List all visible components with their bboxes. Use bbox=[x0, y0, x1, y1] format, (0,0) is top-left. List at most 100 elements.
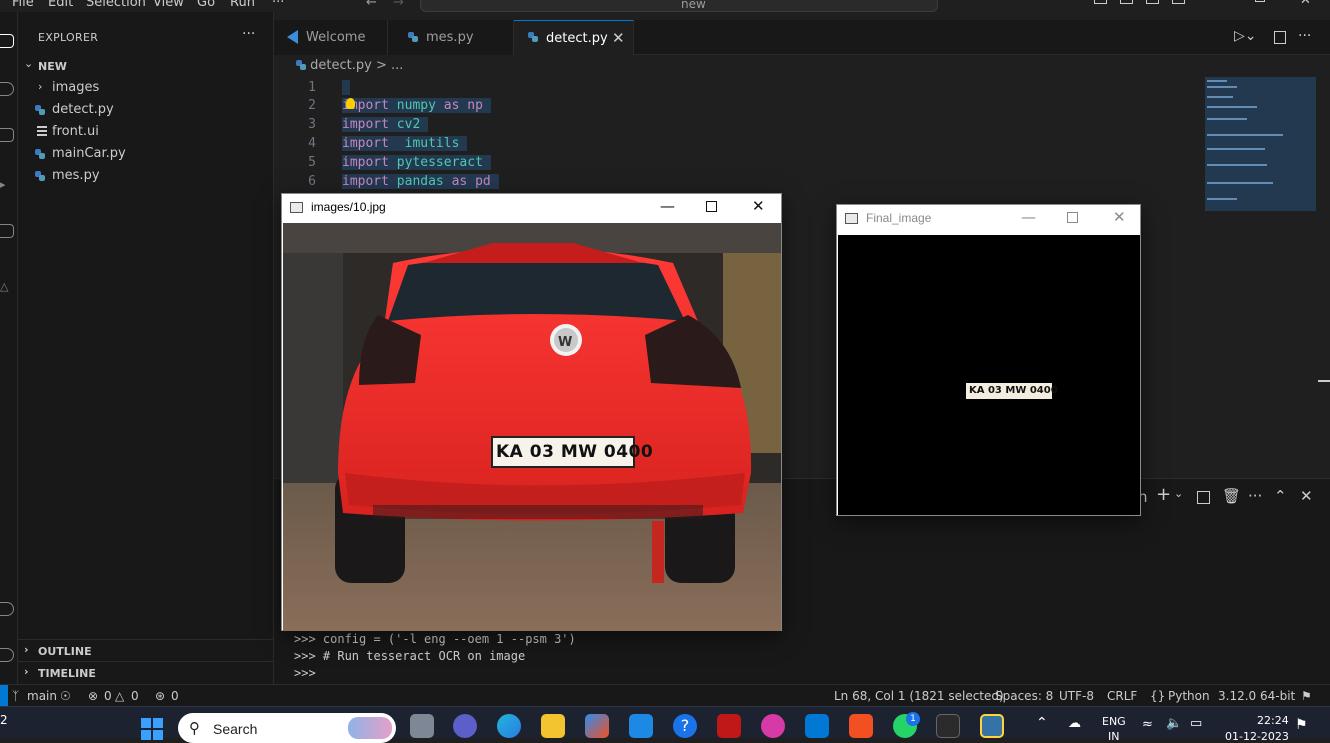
manage-gear-icon[interactable] bbox=[0, 648, 14, 662]
window-title-bar[interactable]: Final_image — ✕ bbox=[837, 205, 1140, 233]
language-bottom[interactable]: IN bbox=[1108, 730, 1119, 743]
image-window-car[interactable]: images/10.jpg — ✕ W KA 03 MW 0400 bbox=[281, 193, 782, 631]
scrollbar-marker[interactable] bbox=[1318, 380, 1330, 382]
image-window-final[interactable]: Final_image — ✕ KA 03 MW 0400 bbox=[836, 204, 1141, 516]
source-control-icon[interactable] bbox=[0, 128, 14, 142]
more-actions-icon[interactable]: ··· bbox=[242, 26, 255, 42]
clock-time[interactable]: 22:24 bbox=[1257, 714, 1289, 727]
breadcrumb-file[interactable]: detect.py bbox=[310, 58, 372, 73]
forward-arrow-icon[interactable]: → bbox=[393, 0, 404, 10]
minimize-icon[interactable]: — bbox=[1021, 208, 1036, 226]
close-icon[interactable]: ✕ bbox=[1113, 208, 1126, 226]
minimize-icon[interactable]: — bbox=[660, 197, 675, 215]
remote-indicator[interactable] bbox=[0, 685, 8, 707]
python-taskbar-icon[interactable] bbox=[980, 714, 1004, 738]
menu-file[interactable]: File bbox=[12, 0, 34, 10]
more-actions-icon[interactable]: ··· bbox=[1248, 487, 1262, 505]
error-icon[interactable]: ⊗ bbox=[88, 689, 98, 703]
close-icon[interactable]: ✕ bbox=[752, 197, 765, 215]
chevron-down-icon[interactable]: ⌄ bbox=[1174, 487, 1183, 500]
chevron-up-icon[interactable]: ⌃ bbox=[1036, 715, 1048, 731]
windows-start-icon[interactable] bbox=[141, 718, 163, 740]
command-center[interactable]: new bbox=[420, 0, 938, 12]
maximize-icon[interactable] bbox=[1067, 212, 1078, 223]
tree-item-front-ui[interactable]: front.ui bbox=[18, 121, 273, 143]
extensions-icon[interactable] bbox=[0, 224, 14, 238]
split-terminal-icon[interactable] bbox=[1197, 491, 1210, 504]
split-editor-icon[interactable] bbox=[1274, 31, 1286, 44]
language-top[interactable]: ENG bbox=[1102, 715, 1126, 728]
maximize-panel-icon[interactable]: ⌃ bbox=[1274, 487, 1287, 505]
braces-icon[interactable]: {} bbox=[1150, 689, 1165, 703]
snipping-icon[interactable] bbox=[849, 714, 873, 738]
indentation[interactable]: Spaces: 8 bbox=[995, 689, 1053, 703]
menu-view[interactable]: View bbox=[153, 0, 184, 10]
menu-edit[interactable]: Edit bbox=[48, 0, 73, 10]
help-icon[interactable]: ? bbox=[673, 714, 697, 738]
testing-icon[interactable]: △ bbox=[0, 280, 14, 294]
edge-icon[interactable] bbox=[497, 714, 521, 738]
menu-run[interactable]: Run bbox=[230, 0, 255, 10]
terminal-prompt[interactable]: >>> bbox=[294, 666, 316, 680]
close-icon[interactable]: ✕ bbox=[1300, 0, 1311, 8]
minimize-icon[interactable]: — bbox=[1210, 0, 1223, 6]
new-terminal-icon[interactable]: + bbox=[1156, 484, 1171, 505]
tree-item-maincar[interactable]: mainCar.py bbox=[18, 143, 273, 165]
branch-icon[interactable]: ᛉ bbox=[12, 689, 19, 703]
toggle-sidebar-icon[interactable] bbox=[1094, 0, 1107, 4]
battery-icon[interactable]: ▭ bbox=[1190, 716, 1202, 731]
tab-detect-py[interactable]: detect.py ✕ bbox=[514, 20, 634, 55]
wps-icon[interactable] bbox=[761, 714, 785, 738]
menu-more[interactable]: ··· bbox=[272, 0, 284, 10]
tab-close-icon[interactable]: ✕ bbox=[612, 29, 625, 47]
tab-welcome[interactable]: Welcome bbox=[274, 20, 388, 55]
volume-icon[interactable]: 🔈 bbox=[1166, 716, 1182, 731]
tree-item-mes[interactable]: mes.py bbox=[18, 165, 273, 187]
menu-selection[interactable]: Selection bbox=[86, 0, 146, 10]
maximize-icon[interactable] bbox=[1255, 0, 1265, 2]
lightbulb-icon[interactable] bbox=[346, 98, 355, 109]
menu-go[interactable]: Go bbox=[197, 0, 215, 10]
timeline-section[interactable]: › TIMELINE bbox=[18, 661, 273, 683]
warning-icon[interactable]: △ bbox=[115, 689, 124, 703]
warning-count[interactable]: 0 bbox=[131, 689, 139, 703]
toggle-panel-icon[interactable] bbox=[1120, 0, 1133, 4]
wifi-icon[interactable]: ≈ bbox=[1142, 717, 1153, 732]
sync-icon[interactable]: ☉ bbox=[60, 689, 71, 703]
close-panel-icon[interactable]: ✕ bbox=[1300, 487, 1313, 505]
account-icon[interactable] bbox=[0, 602, 14, 616]
back-arrow-icon[interactable]: ← bbox=[366, 0, 377, 10]
ports-count[interactable]: 0 bbox=[171, 689, 179, 703]
terminal-icon[interactable] bbox=[936, 714, 960, 738]
taskbar-search[interactable]: ⚲ Search bbox=[178, 713, 396, 743]
search-icon[interactable] bbox=[0, 82, 14, 96]
run-debug-icon[interactable]: ▸ bbox=[0, 178, 14, 192]
run-play-icon[interactable]: ▷⌄ bbox=[1234, 28, 1257, 44]
branch-name[interactable]: main bbox=[27, 689, 57, 703]
workspace-folder[interactable]: ⌄ NEW bbox=[18, 55, 273, 77]
tree-item-images[interactable]: › images bbox=[18, 77, 273, 99]
store-icon[interactable] bbox=[585, 714, 609, 738]
bell-icon[interactable]: ⚑ bbox=[1301, 689, 1312, 703]
window-title-bar[interactable]: images/10.jpg — ✕ bbox=[282, 194, 781, 222]
file-explorer-icon[interactable] bbox=[541, 714, 565, 738]
encoding[interactable]: UTF-8 bbox=[1059, 689, 1094, 703]
clock-date[interactable]: 01-12-2023 bbox=[1225, 730, 1289, 743]
python-interpreter[interactable]: 3.12.0 64-bit bbox=[1218, 689, 1295, 703]
end-of-line[interactable]: CRLF bbox=[1107, 689, 1137, 703]
trash-icon[interactable]: 🗑 bbox=[1222, 487, 1241, 505]
customize-layout-icon[interactable] bbox=[1172, 0, 1185, 4]
cursor-position[interactable]: Ln 68, Col 1 (1821 selected) bbox=[834, 689, 1004, 703]
cloud-icon[interactable]: ☁ bbox=[1068, 716, 1081, 731]
outline-section[interactable]: › OUTLINE bbox=[18, 639, 273, 661]
breadcrumb-rest[interactable]: > ... bbox=[376, 58, 403, 73]
tab-mes-py[interactable]: mes.py bbox=[388, 20, 514, 55]
language-mode[interactable]: Python bbox=[1168, 689, 1210, 703]
tree-item-detect[interactable]: detect.py bbox=[18, 99, 273, 121]
maximize-icon[interactable] bbox=[706, 201, 717, 212]
hp-icon[interactable] bbox=[629, 714, 653, 738]
code-editor[interactable]: 1 2 import numpy as np 3 import cv2 4 im… bbox=[274, 76, 1204, 194]
toggle-secondary-sidebar-icon[interactable] bbox=[1146, 0, 1159, 4]
ports-icon[interactable]: ⊛ bbox=[155, 689, 165, 703]
teams-icon[interactable] bbox=[453, 714, 477, 738]
